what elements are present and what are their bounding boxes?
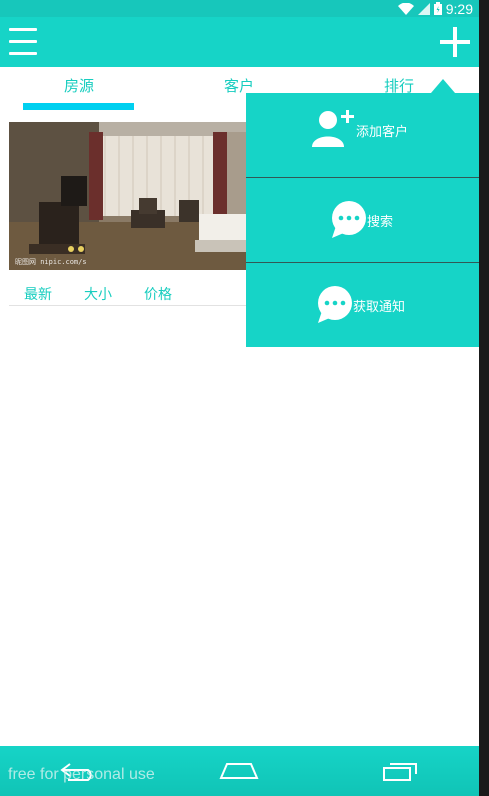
sort-latest[interactable]: 最新: [24, 284, 52, 304]
screen-edge: [479, 0, 489, 796]
battery-icon: [433, 2, 442, 15]
menu-item-label: 获取通知: [353, 300, 406, 315]
recent-apps-icon[interactable]: [382, 762, 418, 782]
sort-size[interactable]: 大小: [84, 284, 112, 304]
sort-price[interactable]: 价格: [144, 284, 172, 304]
tab-indicator: [23, 103, 134, 110]
menu-item-add-customer[interactable]: 添加客户: [246, 93, 479, 177]
listing-photo[interactable]: 昵图网 nipic.com/s: [9, 122, 253, 270]
menu-item-label: 搜索: [367, 215, 394, 230]
chat-bubble-icon: [318, 286, 352, 323]
hamburger-menu-icon[interactable]: [8, 26, 40, 58]
menu-item-get-notifications[interactable]: 获取通知: [246, 263, 479, 347]
home-icon[interactable]: [219, 762, 259, 780]
tab-listings[interactable]: 房源: [19, 75, 139, 96]
wifi-icon: [397, 2, 414, 15]
hotel-room-image: [9, 122, 253, 270]
menu-item-search[interactable]: 搜索: [246, 178, 479, 262]
phone-screen: 9:29 房源 客户 排行 昵图网 nipic.com/s 最新 大小 价格 添…: [0, 0, 479, 796]
status-icons: 9:29: [397, 0, 473, 17]
status-time: 9:29: [445, 0, 473, 17]
sort-bar: 最新 大小 价格: [9, 283, 253, 306]
add-user-icon: [312, 110, 354, 147]
signal-icon: [417, 2, 430, 15]
app-bar: [0, 17, 479, 67]
chat-bubble-icon: [332, 201, 366, 238]
popup-menu: 添加客户 搜索 获取通知: [246, 93, 479, 347]
photo-watermark-caption: 昵图网 nipic.com/s: [15, 258, 87, 266]
status-bar: 9:29: [0, 0, 479, 17]
watermark-text: free for personal use: [8, 766, 155, 783]
menu-item-label: 添加客户: [356, 125, 409, 140]
plus-icon[interactable]: [437, 24, 473, 60]
popup-arrow: [431, 79, 455, 93]
